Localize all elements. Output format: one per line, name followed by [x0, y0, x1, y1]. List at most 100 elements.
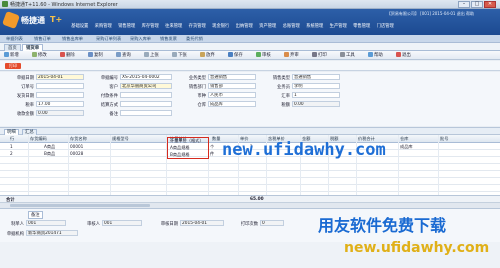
new-icon	[4, 52, 9, 57]
col-header: 批号	[440, 136, 449, 141]
nav-item[interactable]: 委托代销	[186, 36, 203, 42]
menu-item[interactable]: 系统管理	[303, 21, 327, 33]
field-label: 订单号	[21, 85, 34, 90]
field-label: 单据日期	[16, 76, 34, 81]
nav-item[interactable]: 采购入库单	[130, 36, 151, 42]
cell-row-number: 1	[10, 144, 13, 149]
date-field[interactable]: 2015-04-01	[36, 74, 84, 80]
nav-item[interactable]: 销售发票	[160, 36, 177, 42]
toolbar-abandon[interactable]: 放弃	[200, 52, 215, 59]
doc-number-field[interactable]: XS-2015-04-0002	[120, 74, 172, 80]
toolbar-label: 帮助	[374, 53, 383, 58]
settlement-field[interactable]	[120, 101, 172, 107]
field-label: 发货日期	[16, 94, 34, 99]
field-label: 打印次数	[240, 222, 258, 227]
salesperson-field[interactable]: 李明	[292, 83, 340, 89]
nav-item[interactable]: 销售出库单	[62, 36, 83, 42]
toolbar-exit[interactable]: 退出	[396, 52, 411, 59]
tab-home[interactable]: 首页	[4, 44, 21, 51]
ship-date-field[interactable]	[36, 92, 84, 98]
toolbar-save[interactable]: 保存	[228, 52, 243, 59]
col-header: 数量	[212, 136, 221, 141]
col-header: 规格型号	[112, 136, 129, 141]
maximize-button[interactable]: □	[471, 1, 483, 8]
toolbar-prev[interactable]: 上张	[144, 52, 159, 59]
toolbar-tools[interactable]: 工具	[340, 52, 355, 59]
field-label: 业务员	[277, 85, 290, 90]
field-label: 备注	[109, 112, 118, 117]
menu-item[interactable]: 库存管理	[139, 21, 163, 33]
sales-dept-field[interactable]: 销售部	[208, 83, 256, 89]
toolbar-edit[interactable]: 修改	[32, 52, 47, 59]
delete-icon	[60, 52, 65, 57]
toolbar-next[interactable]: 下张	[172, 52, 187, 59]
field-label: 单据机构	[6, 232, 24, 237]
menu-item[interactable]: 存货管理	[186, 21, 210, 33]
customer-field[interactable]: 北京华丽商贸公司	[120, 83, 172, 89]
field-label: 销售部门	[188, 85, 206, 90]
field-label: 币种	[197, 94, 206, 99]
toolbar-label: 弃审	[290, 53, 299, 58]
toolbar-label: 放弃	[206, 53, 215, 58]
toolbar-label: 工具	[346, 53, 355, 58]
scroll-thumb[interactable]	[10, 204, 150, 207]
business-type-field[interactable]: 普通销售	[208, 74, 256, 80]
toolbar-new[interactable]: 新增	[4, 52, 19, 59]
menu-item[interactable]: 往来管理	[162, 21, 186, 33]
toolbar-label: 修改	[38, 53, 47, 58]
remark-field[interactable]	[120, 110, 172, 116]
payment-terms-field[interactable]	[120, 92, 172, 98]
menu-item[interactable]: 出纳管理	[233, 21, 257, 33]
warehouse-field[interactable]: 成品库	[208, 101, 256, 107]
table-row[interactable]	[0, 185, 500, 192]
cell-row-number: 2	[10, 151, 13, 156]
toolbar-copy[interactable]: 复制	[88, 52, 103, 59]
nav-item[interactable]: 采购订单列表	[96, 36, 121, 42]
print-badge[interactable]: 打印	[5, 63, 21, 69]
menu-item[interactable]: 总账管理	[280, 21, 304, 33]
tab-sales-delivery[interactable]: 销货单	[22, 44, 44, 51]
exchange-rate-field[interactable]: 1	[292, 92, 340, 98]
cell-code[interactable]: 00028	[70, 151, 83, 156]
receipt-amount-field: 0.00	[36, 110, 84, 116]
toolbar-print[interactable]: 打印	[312, 52, 327, 59]
menu-item[interactable]: 销售管理	[115, 21, 139, 33]
menu-item[interactable]: 现金银行	[209, 21, 233, 33]
table-row[interactable]	[0, 171, 500, 178]
menu-item[interactable]: 门店管理	[374, 21, 398, 33]
menu-item[interactable]: 采购管理	[92, 21, 116, 33]
grid-tabs: 明细 汇总	[0, 127, 500, 137]
tax-rate-field[interactable]: 17.00	[36, 101, 84, 107]
order-no-field[interactable]	[36, 83, 84, 89]
col-header: 行	[10, 136, 15, 141]
cell-code[interactable]: 00001	[70, 144, 83, 149]
menu-item[interactable]: 生产管理	[327, 21, 351, 33]
menu-item[interactable]: 零售管理	[350, 21, 374, 33]
nav-item[interactable]: 销售订单	[34, 36, 51, 42]
printer-icon	[312, 52, 317, 57]
currency-field[interactable]: 人民币	[208, 92, 256, 98]
field-label: 审核人	[87, 222, 100, 227]
table-row[interactable]	[0, 178, 500, 185]
logo-mark-icon	[2, 11, 20, 29]
minimize-button[interactable]: –	[458, 1, 470, 8]
sales-type-field[interactable]: 普通销售	[292, 74, 340, 80]
menu-item[interactable]: 资产管理	[256, 21, 280, 33]
toolbar-help[interactable]: 帮助	[368, 52, 383, 59]
field-label: 审核日期	[160, 222, 178, 227]
totals-row: 合计 65.00	[0, 195, 500, 203]
logo: 畅捷通 T+	[2, 11, 66, 32]
col-header: 存货名称	[70, 136, 87, 141]
field-label: 业务类型	[188, 76, 206, 81]
tab-remarks[interactable]: 备注	[28, 211, 43, 219]
approver-field: 001	[102, 220, 142, 226]
toolbar-query[interactable]: 查询	[116, 52, 131, 59]
search-icon	[116, 52, 121, 57]
table-row[interactable]	[0, 164, 500, 171]
toolbar-delete[interactable]: 删除	[60, 52, 75, 59]
close-button[interactable]: ✕	[484, 1, 496, 8]
toolbar-approve[interactable]: 审核	[256, 52, 271, 59]
toolbar-unapprove[interactable]: 弃审	[284, 52, 299, 59]
menu-item[interactable]: 基础设置	[68, 21, 92, 33]
nav-item[interactable]: 单据列表	[6, 36, 23, 42]
